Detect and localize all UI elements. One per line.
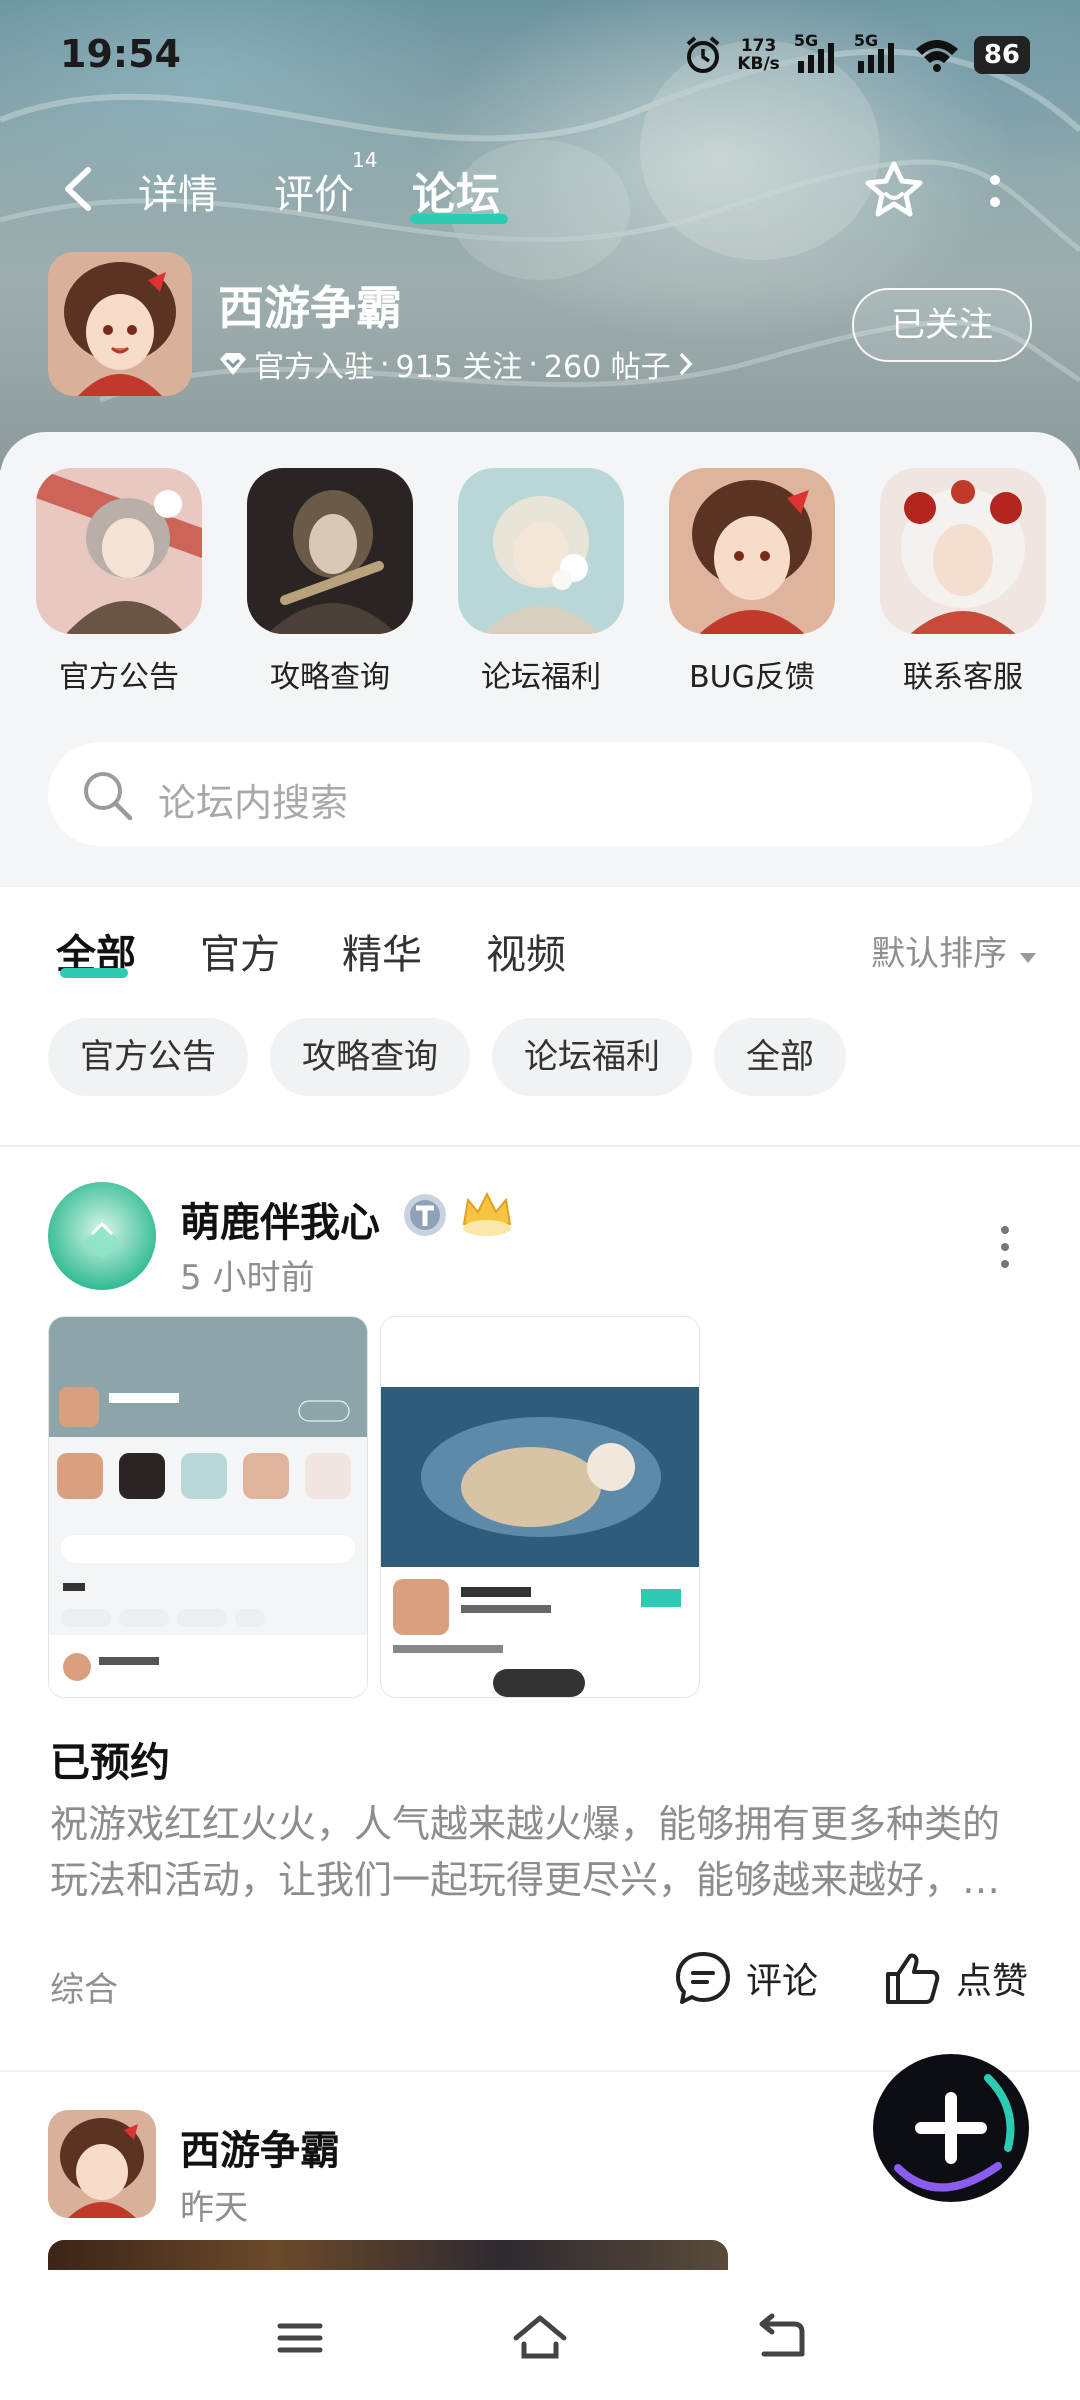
post2-time: 昨天 <box>180 2188 248 2228</box>
signal-2-icon: 5G <box>854 31 900 75</box>
shortcut-guide[interactable]: 攻略查询 <box>247 468 413 696</box>
chip-all[interactable]: 全部 <box>714 1018 846 1096</box>
comment-icon <box>676 1952 730 2004</box>
post2-author-avatar[interactable] <box>48 2110 156 2218</box>
follow-button[interactable]: 已关注 <box>852 288 1032 362</box>
forum-shortcuts-card: 官方公告 攻略查询 论坛福利 BUG反馈 联系客服 论坛内搜索 <box>0 432 1080 887</box>
back-icon[interactable] <box>750 2310 810 2366</box>
tab-detail[interactable]: 详情 <box>138 162 218 220</box>
sort-label: 默认排序 <box>871 934 1008 974</box>
bug-report-art-icon <box>669 468 835 634</box>
active-filter-indicator <box>60 968 128 978</box>
benefits-art-icon <box>458 468 624 634</box>
meta-separator: · <box>528 346 538 382</box>
search-icon <box>84 772 133 821</box>
alarm-icon <box>687 36 720 73</box>
game-icon[interactable] <box>48 252 192 396</box>
search-input[interactable]: 论坛内搜索 <box>158 772 348 827</box>
chip-benefits[interactable]: 论坛福利 <box>492 1018 692 1096</box>
signal-1-icon: 5G <box>794 31 840 75</box>
announcement-art-icon <box>36 468 202 634</box>
shortcut-label: 论坛福利 <box>481 660 601 695</box>
shortcut-label: 联系客服 <box>903 660 1023 695</box>
comment-button[interactable]: 评论 <box>674 1950 818 2006</box>
chip-guide[interactable]: 攻略查询 <box>270 1018 470 1096</box>
post-body[interactable]: 祝游戏红红火火，人气越来越火爆，能够拥有更多种类的玩法和活动，让我们一起玩得更尽… <box>50 1796 1030 1908</box>
tab-review[interactable]: 评价 <box>274 162 354 220</box>
user-level-badge-icon <box>404 1194 446 1236</box>
category-chips: 官方公告 攻略查询 论坛福利 全部 <box>48 1018 846 1096</box>
chevron-right-icon <box>679 352 693 376</box>
system-nav-bar <box>0 2270 1080 2400</box>
sort-dropdown[interactable]: 默认排序 <box>871 926 1038 975</box>
game-meta: 官方入驻 · 915 关注 · 260 帖子 <box>218 342 695 386</box>
thumbs-up-icon <box>886 1953 940 2004</box>
post-time: 5 小时前 <box>180 1258 315 1298</box>
create-post-button[interactable] <box>868 2048 1034 2208</box>
filter-tab-video[interactable]: 视频 <box>486 922 566 980</box>
post-filter-tabs: 全部 官方 精华 视频 默认排序 <box>0 886 1080 996</box>
diamond-official-icon <box>220 353 246 375</box>
post2-author-name[interactable]: 西游争霸 <box>180 2118 340 2176</box>
recent-apps-icon[interactable] <box>270 2310 330 2366</box>
customer-service-art-icon <box>880 468 1046 634</box>
official-label: 官方入驻 <box>254 350 374 385</box>
shortcut-label: 官方公告 <box>59 660 179 695</box>
active-tab-indicator <box>410 214 508 224</box>
crown-badge-icon <box>462 1191 512 1236</box>
post-image-1[interactable] <box>48 1316 368 1698</box>
shortcut-row: 官方公告 攻略查询 论坛福利 BUG反馈 联系客服 <box>36 468 1046 696</box>
game-title: 西游争霸 <box>218 281 402 335</box>
post-count[interactable]: 260 帖子 <box>544 342 671 386</box>
back-arrow-icon[interactable] <box>58 164 98 214</box>
review-count-badge: 14 <box>352 148 378 172</box>
meta-separator: · <box>380 346 390 382</box>
shortcut-label: 攻略查询 <box>270 660 390 695</box>
battery-level: 86 <box>973 36 1030 74</box>
shortcut-announcement[interactable]: 官方公告 <box>36 468 202 696</box>
status-icons: 173 KB/s 5G 5G 86 <box>683 30 1030 80</box>
filter-tab-featured[interactable]: 精华 <box>342 922 422 980</box>
forum-search-box[interactable]: 论坛内搜索 <box>48 742 1032 846</box>
like-label: 点赞 <box>956 1961 1029 2002</box>
caret-down-icon <box>1020 953 1036 963</box>
author-name[interactable]: 萌鹿伴我心 <box>180 1190 380 1248</box>
filter-tab-official[interactable]: 官方 <box>200 922 280 980</box>
author-avatar[interactable] <box>48 1182 156 1290</box>
net-speed-value: 173 <box>740 36 777 56</box>
status-time: 19:54 <box>60 32 181 76</box>
shortcut-label: BUG反馈 <box>689 660 815 695</box>
shortcut-benefits[interactable]: 论坛福利 <box>458 468 624 696</box>
comment-label: 评论 <box>746 1961 819 2002</box>
net-speed: 173 KB/s <box>737 37 779 73</box>
shortcut-customer-service[interactable]: 联系客服 <box>880 468 1046 696</box>
more-options-icon[interactable] <box>980 164 1010 218</box>
top-nav: 详情 评价 14 论坛 <box>0 148 1080 230</box>
favorite-star-icon[interactable] <box>862 158 926 222</box>
tab-forum[interactable]: 论坛 <box>412 158 500 222</box>
follower-count: 915 关注 <box>395 350 523 385</box>
guide-art-icon <box>247 468 413 634</box>
chip-announcement[interactable]: 官方公告 <box>48 1018 248 1096</box>
status-bar: 19:54 173 KB/s 5G 5G 86 <box>0 0 1080 110</box>
like-button[interactable]: 点赞 <box>884 1950 1028 2006</box>
home-icon[interactable] <box>510 2310 570 2366</box>
wifi-icon <box>915 40 958 72</box>
post-category[interactable]: 综合 <box>50 1962 118 2011</box>
post-title[interactable]: 已预约 <box>50 1730 170 1788</box>
section-divider <box>0 1145 1080 1147</box>
post-more-icon[interactable] <box>992 1222 1018 1272</box>
net-speed-unit: KB/s <box>737 54 780 74</box>
shortcut-bug-report[interactable]: BUG反馈 <box>669 468 835 696</box>
post-image-2[interactable] <box>380 1316 700 1698</box>
